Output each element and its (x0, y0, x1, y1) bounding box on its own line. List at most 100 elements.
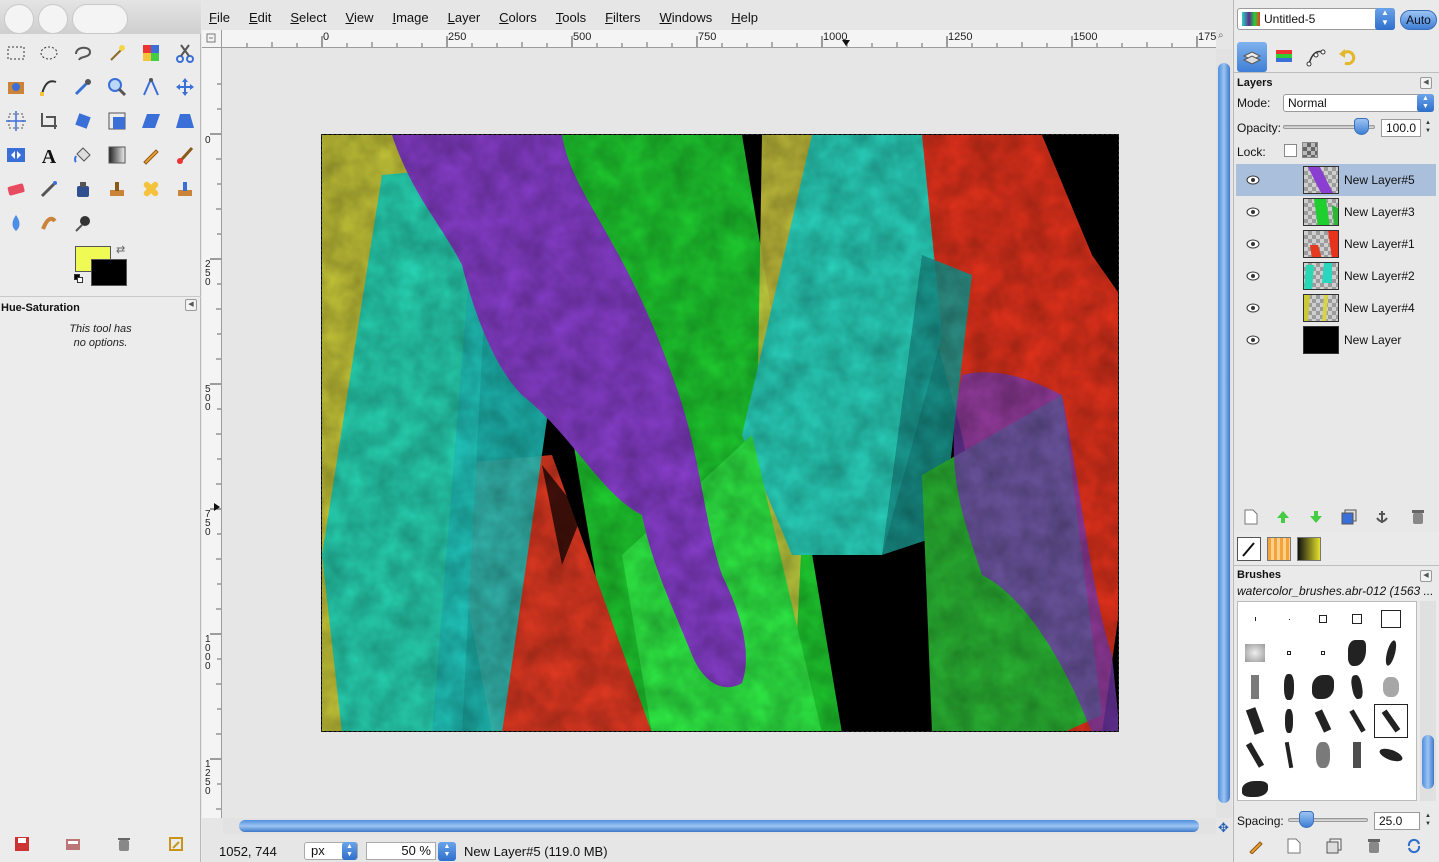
eye-icon[interactable] (1246, 334, 1260, 346)
layer-row[interactable]: New Layer (1236, 324, 1436, 356)
blur-icon[interactable] (1, 208, 31, 238)
canvas-area[interactable] (223, 49, 1216, 818)
duplicate-brush-icon[interactable] (1324, 836, 1344, 856)
horizontal-scrollbar[interactable] (223, 818, 1216, 834)
layer-row[interactable]: New Layer#5 (1236, 164, 1436, 196)
brush-item[interactable] (1306, 670, 1340, 704)
refresh-brushes-icon[interactable] (1404, 836, 1424, 856)
background-color-swatch[interactable] (91, 259, 127, 286)
flip-icon[interactable] (1, 140, 31, 170)
brush-item[interactable] (1340, 602, 1374, 636)
vertical-scroll-thumb[interactable] (1218, 63, 1230, 803)
menu-edit[interactable]: Edit (249, 10, 271, 25)
edit-brush-icon[interactable] (1246, 836, 1266, 856)
blend-icon[interactable] (102, 140, 132, 170)
default-colors-icon[interactable] (74, 274, 84, 284)
menu-tools[interactable]: Tools (556, 10, 586, 25)
duplicate-layer-icon[interactable] (1339, 507, 1359, 527)
text-icon[interactable]: A (34, 140, 64, 170)
pencil-icon[interactable] (136, 140, 166, 170)
eye-icon[interactable] (1246, 174, 1260, 186)
brush-item[interactable] (1374, 670, 1408, 704)
color-picker-icon[interactable] (68, 72, 98, 102)
layer-row[interactable]: New Layer#4 (1236, 292, 1436, 324)
horizontal-ruler[interactable]: 0 250 500 750 1000 1250 1500 175 (222, 30, 1216, 48)
tab-brushes[interactable] (1237, 537, 1261, 561)
brush-grid[interactable] (1237, 601, 1417, 801)
select-by-color-icon[interactable] (136, 38, 166, 68)
ellipse-select-icon[interactable] (34, 38, 64, 68)
brush-item[interactable] (1306, 738, 1340, 772)
zoom-fit-icon[interactable]: ⌕ (1218, 30, 1232, 48)
chevron-updown-icon[interactable]: ▲ ▼ (342, 842, 357, 860)
perspective-icon[interactable] (170, 106, 200, 136)
brush-item[interactable] (1374, 636, 1408, 670)
swap-colors-icon[interactable]: ⇄ (116, 243, 125, 256)
menu-layer[interactable]: Layer (448, 10, 481, 25)
lock-pixels-checkbox[interactable] (1284, 144, 1297, 157)
navigate-icon[interactable]: ✥ (1218, 820, 1229, 836)
tab-channels[interactable] (1269, 42, 1299, 72)
airbrush-icon[interactable] (34, 174, 64, 204)
crop-icon[interactable] (34, 106, 64, 136)
image-selector[interactable]: Untitled-5 ▲ ▼ (1237, 8, 1395, 30)
unit-select[interactable]: px ▲ ▼ (304, 842, 358, 860)
spacing-spinner[interactable]: ▲ ▼ (1424, 812, 1432, 830)
paths-icon[interactable] (34, 72, 64, 102)
perspective-clone-icon[interactable] (170, 174, 200, 204)
clone-icon[interactable] (102, 174, 132, 204)
brush-item[interactable] (1340, 704, 1374, 738)
smudge-icon[interactable] (34, 208, 64, 238)
opacity-field[interactable]: 100.0 (1381, 119, 1421, 137)
rect-select-icon[interactable] (1, 38, 31, 68)
brush-item[interactable] (1238, 602, 1272, 636)
chevron-updown-icon[interactable]: ▲ ▼ (1417, 94, 1434, 112)
scissors-icon[interactable] (170, 38, 200, 68)
opacity-slider-knob[interactable] (1354, 118, 1369, 135)
chevron-updown-icon[interactable]: ▲ ▼ (1375, 8, 1395, 30)
image-canvas[interactable] (321, 134, 1119, 732)
measure-icon[interactable] (136, 72, 166, 102)
shear-icon[interactable] (136, 106, 166, 136)
tab-undo-history[interactable] (1333, 42, 1363, 72)
brush-item[interactable] (1306, 602, 1340, 636)
auto-button[interactable]: Auto (1400, 10, 1437, 30)
menu-image[interactable]: Image (392, 10, 428, 25)
layer-row[interactable]: New Layer#2 (1236, 260, 1436, 292)
brush-item[interactable] (1340, 670, 1374, 704)
align-icon[interactable] (1, 106, 31, 136)
menu-help[interactable]: Help (731, 10, 758, 25)
bucket-fill-icon[interactable] (68, 140, 98, 170)
menu-view[interactable]: View (346, 10, 374, 25)
tab-gradients[interactable] (1297, 537, 1321, 561)
brush-item[interactable] (1340, 738, 1374, 772)
brush-item[interactable] (1374, 738, 1408, 772)
move-icon[interactable] (170, 72, 200, 102)
menu-select[interactable]: Select (290, 10, 326, 25)
raise-layer-icon[interactable] (1273, 507, 1293, 527)
lock-alpha-icon[interactable] (1302, 142, 1318, 158)
quick-mask-toggle[interactable] (202, 30, 222, 48)
brush-item[interactable] (1272, 636, 1306, 670)
tab-layers[interactable] (1237, 42, 1267, 72)
ink-icon[interactable] (68, 174, 98, 204)
menu-filters[interactable]: Filters (605, 10, 640, 25)
layer-row[interactable]: New Layer#1 (1236, 228, 1436, 260)
mode-select[interactable]: Normal ▲ ▼ (1283, 94, 1434, 112)
brush-item[interactable] (1306, 704, 1340, 738)
free-select-icon[interactable] (68, 38, 98, 68)
eye-icon[interactable] (1246, 206, 1260, 218)
brush-item[interactable] (1272, 738, 1306, 772)
vertical-scrollbar[interactable] (1216, 49, 1232, 818)
brush-item[interactable] (1272, 602, 1306, 636)
brush-item-selected[interactable] (1374, 704, 1408, 738)
layer-row[interactable]: New Layer#3 (1236, 196, 1436, 228)
anchor-layer-icon[interactable] (1372, 507, 1392, 527)
lower-layer-icon[interactable] (1306, 507, 1326, 527)
brush-item[interactable] (1238, 738, 1272, 772)
brush-item[interactable] (1238, 670, 1272, 704)
brush-item[interactable] (1272, 670, 1306, 704)
tab-patterns[interactable] (1267, 537, 1291, 561)
brush-item[interactable] (1238, 772, 1272, 806)
delete-layer-icon[interactable] (1408, 507, 1428, 527)
